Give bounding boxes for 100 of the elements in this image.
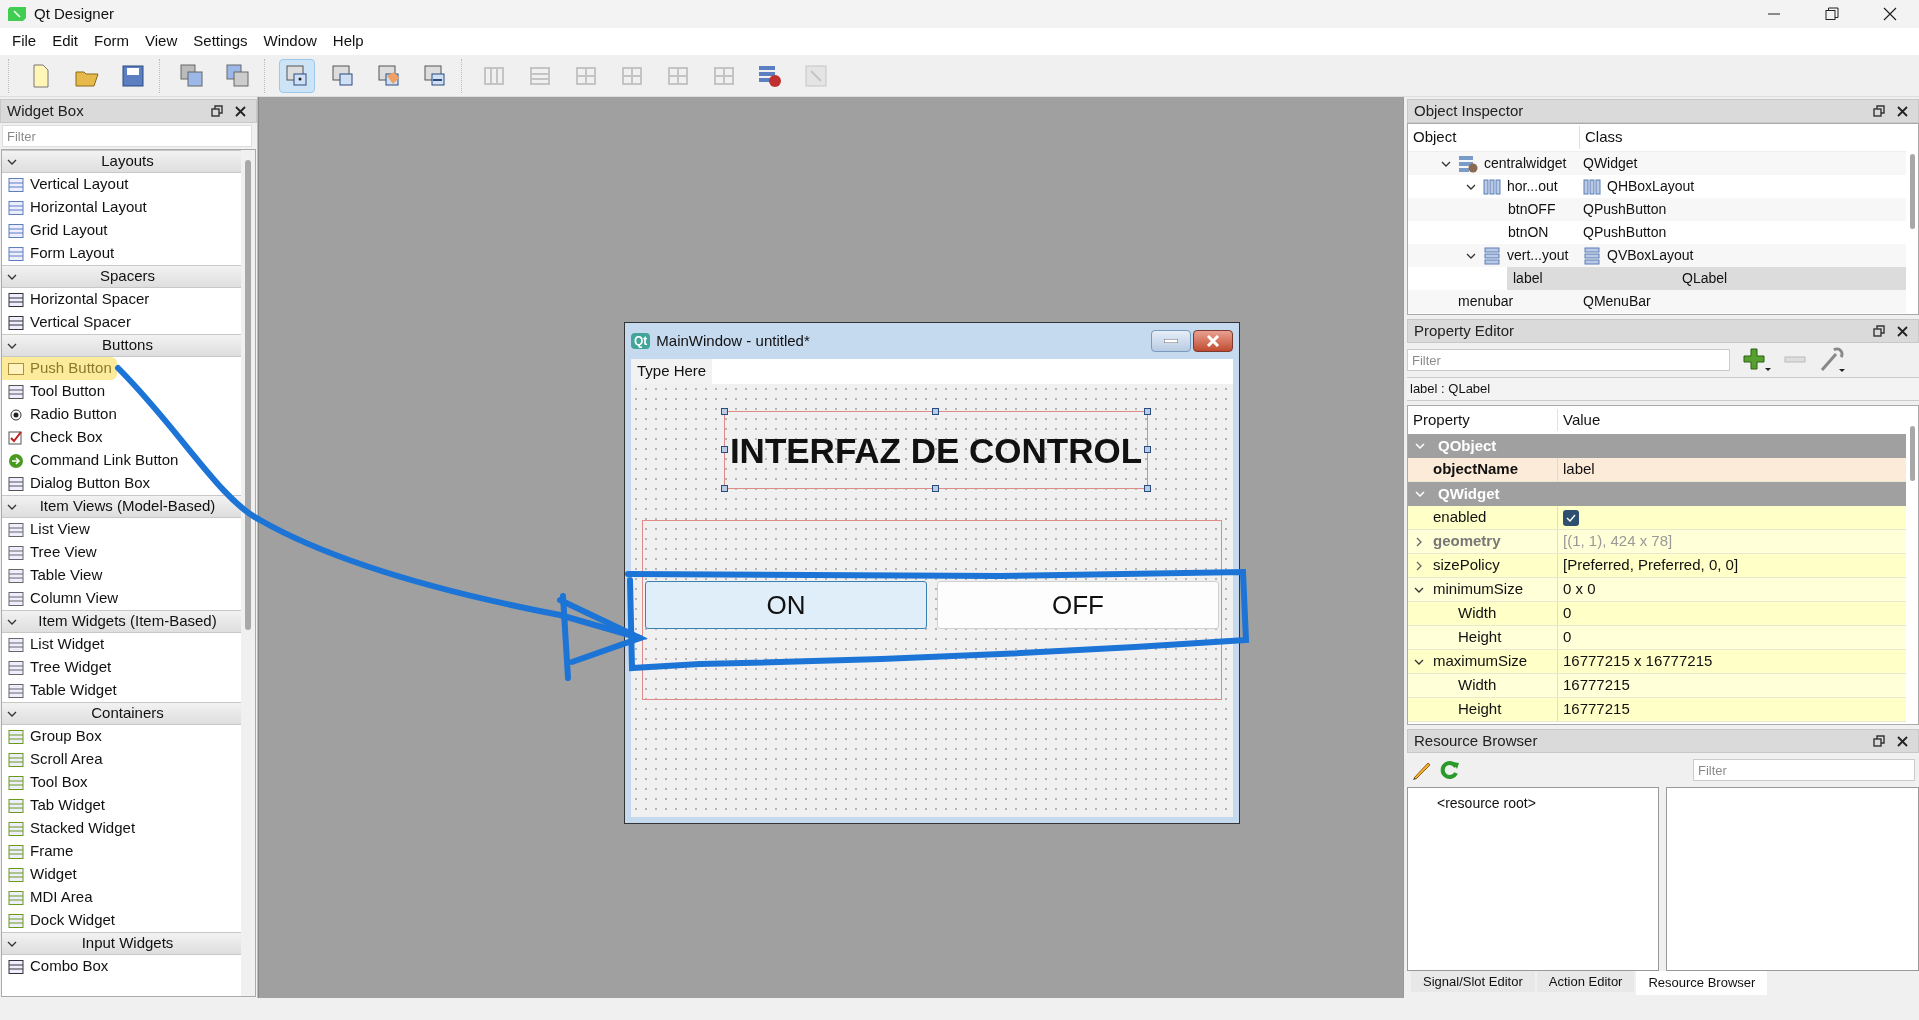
property-row[interactable]: Height 0 bbox=[1408, 626, 1906, 650]
menu-item[interactable]: View bbox=[137, 30, 186, 53]
menu-item[interactable]: Edit bbox=[44, 30, 87, 53]
widget-list-item[interactable]: Check Box bbox=[2, 426, 241, 449]
widget-list-item[interactable]: Scroll Area bbox=[2, 748, 241, 771]
widget-list-item[interactable]: Horizontal Spacer bbox=[2, 288, 241, 311]
widget-list-item[interactable]: Vertical Spacer bbox=[2, 311, 241, 334]
menu-item[interactable]: Settings bbox=[185, 30, 256, 53]
widget-list-item[interactable]: Group Box bbox=[2, 725, 241, 748]
selection-handle[interactable] bbox=[721, 485, 728, 492]
widget-list-item[interactable]: Tree View bbox=[2, 541, 241, 564]
property-value: [(1, 1), 424 x 78] bbox=[1563, 531, 1673, 552]
restore-icon[interactable] bbox=[1825, 7, 1839, 21]
widget-list-item[interactable]: Combo Box bbox=[2, 955, 241, 978]
toolbar-button[interactable] bbox=[279, 58, 315, 93]
property-row[interactable]: maximumSize 16777215 x 16777215 bbox=[1408, 650, 1906, 674]
selection-handle[interactable] bbox=[1144, 485, 1151, 492]
selection-handle[interactable] bbox=[721, 446, 728, 453]
property-row[interactable]: Height 16777215 bbox=[1408, 698, 1906, 722]
close-icon[interactable] bbox=[1897, 105, 1908, 117]
widget-list-item[interactable]: Tool Button bbox=[2, 380, 241, 403]
column-header[interactable]: Property bbox=[1408, 408, 1558, 432]
close-icon[interactable] bbox=[1897, 735, 1908, 747]
selection-handle[interactable] bbox=[721, 408, 728, 415]
selection-handle[interactable] bbox=[932, 485, 939, 492]
selection-handle[interactable] bbox=[1144, 408, 1151, 415]
widget-list-item[interactable]: Command Link Button bbox=[2, 449, 241, 472]
float-icon[interactable] bbox=[1873, 735, 1885, 747]
scrollbar[interactable] bbox=[241, 150, 255, 996]
reload-icon[interactable] bbox=[1439, 759, 1461, 781]
widget-type-icon bbox=[8, 176, 24, 193]
float-icon[interactable] bbox=[1873, 105, 1885, 117]
widget-list-item[interactable]: Table View bbox=[2, 564, 241, 587]
resource-root-item[interactable]: <resource root> bbox=[1437, 795, 1536, 811]
widget-list-item[interactable]: Dock Widget bbox=[2, 909, 241, 932]
tree-row[interactable]: centralwidget QWidget bbox=[1408, 152, 1906, 175]
widget-list-item[interactable]: Horizontal Layout bbox=[2, 196, 241, 219]
selection-handle[interactable] bbox=[1144, 446, 1151, 453]
filter-field[interactable]: Filter bbox=[1407, 349, 1730, 371]
category-header[interactable]: Item Views (Model-Based) bbox=[2, 495, 241, 518]
property-value: 16777215 x 16777215 bbox=[1563, 651, 1713, 672]
category-header[interactable]: Item Widgets (Item-Based) bbox=[2, 610, 241, 633]
form-push-button[interactable]: OFF bbox=[937, 581, 1219, 629]
category-header[interactable]: Layouts bbox=[2, 150, 241, 173]
dock-tab[interactable]: Signal/Slot Editor bbox=[1411, 971, 1535, 992]
widget-list-item[interactable]: MDI Area bbox=[2, 886, 241, 909]
tree-row[interactable]: menubar QMenuBar bbox=[1408, 290, 1906, 313]
property-row[interactable]: objectName label bbox=[1408, 458, 1906, 482]
filter-field[interactable]: Filter bbox=[1693, 759, 1915, 781]
close-icon[interactable] bbox=[1897, 325, 1908, 337]
wrench-icon[interactable] bbox=[1818, 346, 1846, 374]
widget-list-item[interactable]: List Widget bbox=[2, 633, 241, 656]
add-icon[interactable] bbox=[1742, 347, 1772, 373]
widget-list-item[interactable]: Dialog Button Box bbox=[2, 472, 241, 495]
widget-list-item[interactable]: Frame bbox=[2, 840, 241, 863]
float-icon[interactable] bbox=[1873, 325, 1885, 337]
filter-field[interactable]: Filter bbox=[2, 125, 252, 147]
widget-list-item[interactable]: Widget bbox=[2, 863, 241, 886]
checkbox[interactable] bbox=[1563, 509, 1579, 526]
tree-row[interactable]: label QLabel bbox=[1507, 267, 1906, 290]
tree-row[interactable]: btnOFF QPushButton bbox=[1408, 198, 1906, 221]
close-icon[interactable] bbox=[1883, 7, 1897, 21]
float-icon[interactable] bbox=[211, 105, 223, 117]
widget-list-item[interactable]: List View bbox=[2, 518, 241, 541]
widget-list-item[interactable]: Table Widget bbox=[2, 679, 241, 702]
column-header[interactable]: Object bbox=[1408, 126, 1580, 149]
widget-list-item[interactable]: Radio Button bbox=[2, 403, 241, 426]
menu-placeholder[interactable]: Type Here bbox=[631, 359, 713, 384]
property-row[interactable]: sizePolicy [Preferred, Preferred, 0, 0] bbox=[1408, 554, 1906, 578]
column-header[interactable]: Class bbox=[1580, 126, 1623, 149]
property-row[interactable]: Width 0 bbox=[1408, 602, 1906, 626]
widget-list-item[interactable]: Stacked Widget bbox=[2, 817, 241, 840]
widget-list-item[interactable]: Column View bbox=[2, 587, 241, 610]
widget-list-item[interactable]: Form Layout bbox=[2, 242, 241, 265]
column-header[interactable]: Value bbox=[1558, 408, 1601, 432]
menu-item[interactable]: File bbox=[4, 30, 45, 53]
category-header[interactable]: Spacers bbox=[2, 265, 241, 288]
property-row[interactable]: Width 16777215 bbox=[1408, 674, 1906, 698]
widget-list-item[interactable]: Grid Layout bbox=[2, 219, 241, 242]
menu-item[interactable]: Form bbox=[86, 30, 138, 53]
category-header[interactable]: Input Widgets bbox=[2, 932, 241, 955]
category-title: Buttons bbox=[101, 335, 154, 356]
category-header[interactable]: Buttons bbox=[2, 334, 241, 357]
property-row[interactable]: enabled bbox=[1408, 506, 1906, 530]
menu-item[interactable]: Help bbox=[324, 30, 372, 53]
dock-tab[interactable]: Resource Browser bbox=[1636, 971, 1768, 995]
widget-list-item[interactable]: Vertical Layout bbox=[2, 173, 241, 196]
close-icon[interactable] bbox=[235, 105, 246, 117]
property-row[interactable]: minimumSize 0 x 0 bbox=[1408, 578, 1906, 602]
form-push-button[interactable]: ON bbox=[645, 581, 927, 629]
widget-list-item[interactable]: Tool Box bbox=[2, 771, 241, 794]
menu-item[interactable]: Window bbox=[255, 30, 325, 53]
selection-handle[interactable] bbox=[932, 408, 939, 415]
widget-list-item[interactable]: Push Button bbox=[2, 357, 117, 380]
category-header[interactable]: Containers bbox=[2, 702, 241, 725]
tree-row[interactable]: vert...yout QVBoxLayout bbox=[1408, 244, 1906, 267]
widget-list-item[interactable]: Tab Widget bbox=[2, 794, 241, 817]
widget-list-item[interactable]: Tree Widget bbox=[2, 656, 241, 679]
close-button[interactable] bbox=[1193, 330, 1233, 352]
dock-tab[interactable]: Action Editor bbox=[1536, 971, 1635, 992]
